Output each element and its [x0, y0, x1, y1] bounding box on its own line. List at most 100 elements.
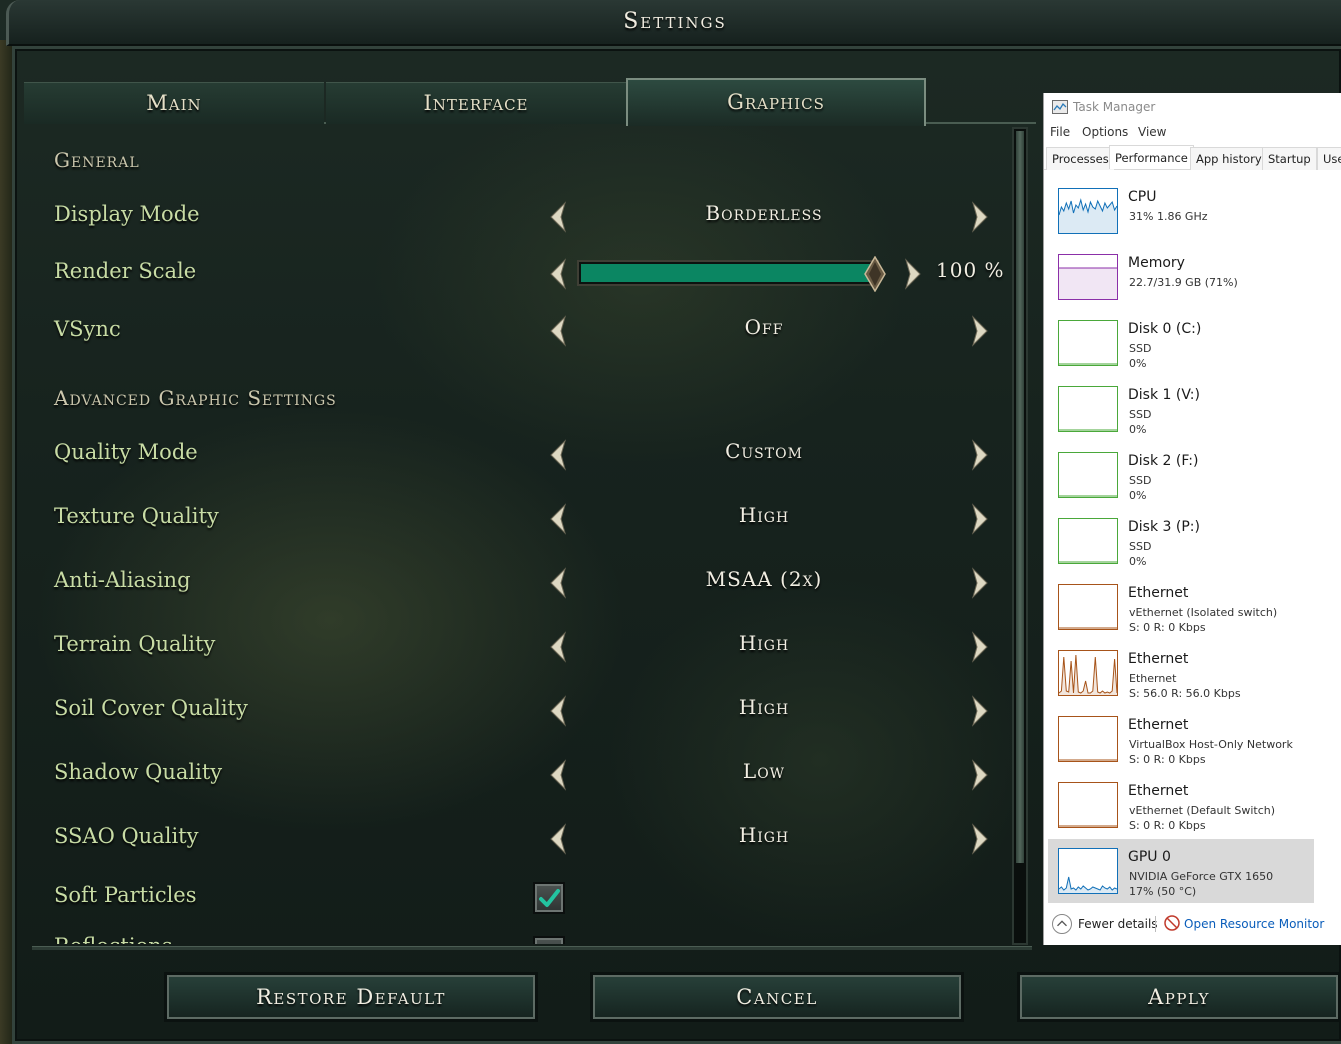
resource-detail: 31% 1.86 GHz: [1129, 210, 1208, 223]
display-mode-label: Display Mode: [54, 202, 200, 226]
menu-file[interactable]: File: [1050, 125, 1070, 139]
resource-mini-graph: [1058, 320, 1118, 366]
quality-mode-next-button[interactable]: [971, 439, 989, 471]
open-resource-monitor-link[interactable]: Open Resource Monitor: [1184, 917, 1324, 931]
render-scale-slider[interactable]: [577, 256, 886, 292]
resource-detail: SSD: [1129, 540, 1152, 553]
footer-separator: [1155, 916, 1156, 932]
ssao-quality-prev-button[interactable]: [549, 823, 567, 855]
shadow-quality-next-button[interactable]: [971, 759, 989, 791]
resource-detail: vEthernet (Isolated switch): [1129, 606, 1278, 619]
resource-name: Disk 3 (P:): [1128, 519, 1200, 535]
settings-title: Settings: [623, 9, 727, 34]
resource-mini-graph: [1058, 452, 1118, 498]
texture-quality-label: Texture Quality: [54, 504, 219, 528]
resource-name: Memory: [1128, 255, 1185, 271]
task-manager-titlebar[interactable]: Task Manager: [1044, 93, 1341, 121]
display-mode-prev-button[interactable]: [549, 201, 567, 233]
resource-usage: 0%: [1129, 555, 1147, 568]
settings-scrollbar[interactable]: [1012, 127, 1028, 945]
quality-mode-value: Custom: [725, 439, 803, 463]
anti-aliasing-next-button[interactable]: [971, 567, 989, 599]
menu-view[interactable]: View: [1138, 125, 1166, 139]
fewer-details-link[interactable]: Fewer details: [1078, 917, 1158, 931]
resource-detail: SSD: [1129, 342, 1152, 355]
restore-default-button[interactable]: Restore Default: [164, 972, 538, 1022]
tm-tab-app-history[interactable]: App history: [1190, 147, 1268, 170]
resource-item[interactable]: Ethernet VirtualBox Host-Only Network S: 0…: [1048, 707, 1314, 771]
render-scale-slider-handle[interactable]: [864, 256, 886, 292]
tm-tab-startup[interactable]: Startup: [1262, 147, 1317, 170]
resource-usage: 0%: [1129, 489, 1147, 502]
resource-mini-graph: [1058, 584, 1118, 630]
vsync-prev-button[interactable]: [549, 315, 567, 347]
task-manager-window: Task Manager File Options View Processes…: [1043, 93, 1341, 945]
terrain-quality-next-button[interactable]: [971, 631, 989, 663]
resource-item[interactable]: CPU 31% 1.86 GHz: [1048, 179, 1314, 243]
resource-name: Disk 1 (V:): [1128, 387, 1200, 403]
anti-aliasing-value: MSAA (2x): [705, 567, 823, 591]
resource-item[interactable]: Ethernet vEthernet (Default Switch) S: 0 R…: [1048, 773, 1314, 837]
vsync-next-button[interactable]: [971, 315, 989, 347]
anti-aliasing-prev-button[interactable]: [549, 567, 567, 599]
resource-name: Ethernet: [1128, 651, 1189, 667]
tm-tab-processes[interactable]: Processes: [1046, 147, 1115, 170]
quality-mode-label: Quality Mode: [54, 440, 198, 464]
menu-options[interactable]: Options: [1082, 125, 1128, 139]
vsync-value: Off: [744, 315, 784, 339]
resource-monitor-icon[interactable]: [1164, 915, 1180, 931]
terrain-quality-prev-button[interactable]: [549, 631, 567, 663]
terrain-quality-value: High: [738, 631, 790, 655]
resource-item[interactable]: Disk 1 (V:) SSD 0%: [1048, 377, 1314, 441]
soil-cover-quality-prev-button[interactable]: [549, 695, 567, 727]
ssao-quality-next-button[interactable]: [971, 823, 989, 855]
resource-mini-graph: [1058, 650, 1118, 696]
resource-mini-graph: [1058, 848, 1118, 894]
resource-usage: S: 56.0 R: 56.0 Kbps: [1129, 687, 1241, 700]
resource-mini-graph: [1058, 386, 1118, 432]
reflections-checkbox[interactable]: [533, 936, 565, 944]
resource-item[interactable]: Disk 3 (P:) SSD 0%: [1048, 509, 1314, 573]
resource-item[interactable]: GPU 0 NVIDIA GeForce GTX 1650 17% (50 °C): [1048, 839, 1314, 903]
settings-scrollbar-thumb[interactable]: [1016, 131, 1024, 863]
display-mode-next-button[interactable]: [971, 201, 989, 233]
resource-item[interactable]: Ethernet vEthernet (Isolated switch) S: 0 …: [1048, 575, 1314, 639]
soft-particles-checkbox[interactable]: [533, 882, 565, 914]
texture-quality-next-button[interactable]: [971, 503, 989, 535]
resource-usage: S: 0 R: 0 Kbps: [1129, 753, 1206, 766]
render-scale-label: Render Scale: [54, 259, 197, 283]
shadow-quality-label: Shadow Quality: [54, 760, 223, 784]
task-manager-app-icon: [1052, 100, 1068, 114]
resource-item[interactable]: Disk 0 (C:) SSD 0%: [1048, 311, 1314, 375]
cancel-button[interactable]: Cancel: [590, 972, 964, 1022]
render-scale-next-button[interactable]: [904, 258, 922, 290]
resource-name: CPU: [1128, 189, 1157, 205]
tm-tab-performance[interactable]: Performance: [1109, 145, 1194, 169]
resource-item[interactable]: Ethernet Ethernet S: 56.0 R: 56.0 Kbps: [1048, 641, 1314, 705]
reflections-label: Reflections: [54, 934, 173, 944]
chevron-up-icon[interactable]: [1052, 914, 1072, 934]
render-scale-percent: 100 %: [936, 258, 1005, 282]
render-scale-prev-button[interactable]: [549, 258, 567, 290]
resource-mini-graph: [1058, 254, 1118, 300]
texture-quality-prev-button[interactable]: [549, 503, 567, 535]
shadow-quality-prev-button[interactable]: [549, 759, 567, 791]
resource-mini-graph: [1058, 782, 1118, 828]
resource-mini-graph: [1058, 716, 1118, 762]
resource-item[interactable]: Disk 2 (F:) SSD 0%: [1048, 443, 1314, 507]
soil-cover-quality-label: Soil Cover Quality: [54, 696, 248, 720]
tab-main[interactable]: Main: [24, 82, 324, 124]
soil-cover-quality-value: High: [738, 695, 790, 719]
resource-detail: vEthernet (Default Switch): [1129, 804, 1276, 817]
apply-button[interactable]: Apply: [1017, 972, 1341, 1022]
quality-mode-prev-button[interactable]: [549, 439, 567, 471]
tab-interface[interactable]: Interface: [326, 82, 626, 124]
tm-tab-users[interactable]: User: [1317, 147, 1341, 170]
settings-list: General Display Mode Borderless Render S…: [28, 126, 1012, 944]
resource-usage: 17% (50 °C): [1129, 885, 1197, 898]
resource-detail: 22.7/31.9 GB (71%): [1129, 276, 1238, 289]
resource-item[interactable]: Memory 22.7/31.9 GB (71%): [1048, 245, 1314, 309]
resource-usage: 0%: [1129, 423, 1147, 436]
soil-cover-quality-next-button[interactable]: [971, 695, 989, 727]
tab-graphics[interactable]: Graphics: [626, 78, 926, 126]
